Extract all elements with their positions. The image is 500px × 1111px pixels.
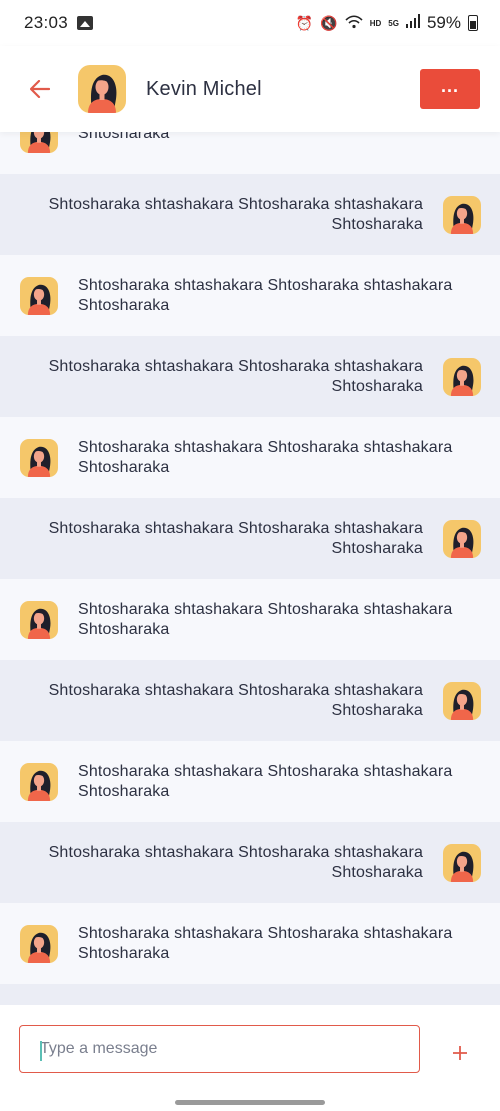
sender-avatar[interactable] bbox=[443, 844, 481, 882]
status-icons: ⏰ 🔇 HD 5G 59% bbox=[296, 13, 478, 33]
incoming-message[interactable]: Shtosharaka shtashakara Shtosharaka shta… bbox=[0, 255, 500, 336]
message-text: Shtosharaka shtashakara Shtosharaka shta… bbox=[48, 195, 423, 233]
battery-icon bbox=[468, 15, 478, 31]
sender-avatar[interactable] bbox=[20, 277, 58, 315]
message-text: Shtosharaka shtashakara Shtosharaka shta… bbox=[78, 276, 453, 314]
more-options-button[interactable]: ... bbox=[420, 69, 480, 109]
contact-name: Kevin Michel bbox=[146, 77, 262, 100]
sender-avatar[interactable] bbox=[443, 358, 481, 396]
composer-bar bbox=[0, 1005, 500, 1111]
sender-avatar[interactable] bbox=[443, 682, 481, 720]
incoming-message[interactable]: Shtosharaka bbox=[0, 132, 500, 174]
sender-avatar[interactable] bbox=[20, 601, 58, 639]
outgoing-message[interactable]: Shtosharaka shtashakara Shtosharaka shta… bbox=[0, 498, 500, 579]
alarm-icon: ⏰ bbox=[295, 14, 314, 31]
sender-avatar[interactable] bbox=[20, 763, 58, 801]
sender-avatar[interactable] bbox=[20, 132, 58, 153]
contact-avatar[interactable] bbox=[78, 65, 126, 113]
home-indicator[interactable] bbox=[175, 1100, 325, 1105]
battery-percent: 59% bbox=[426, 13, 461, 32]
status-time: 23:03 bbox=[24, 13, 69, 32]
incoming-message[interactable]: Shtosharaka shtashakara Shtosharaka shta… bbox=[0, 741, 500, 822]
text-caret bbox=[40, 1041, 42, 1061]
chat-header: Kevin Michel ... bbox=[0, 46, 500, 132]
sender-avatar[interactable] bbox=[443, 520, 481, 558]
wifi-icon bbox=[345, 14, 363, 32]
message-text: Shtosharaka shtashakara Shtosharaka shta… bbox=[48, 357, 423, 395]
incoming-message[interactable]: Shtosharaka shtashakara Shtosharaka shta… bbox=[0, 579, 500, 660]
message-text: Shtosharaka shtashakara Shtosharaka shta… bbox=[78, 924, 453, 962]
message-text: Shtosharaka bbox=[78, 132, 170, 142]
sender-avatar[interactable] bbox=[20, 925, 58, 963]
outgoing-message[interactable] bbox=[0, 984, 500, 1005]
sender-avatar[interactable] bbox=[443, 196, 481, 234]
arrow-left-icon bbox=[30, 80, 50, 98]
message-input[interactable] bbox=[19, 1025, 420, 1073]
plus-icon bbox=[453, 1046, 467, 1060]
incoming-message[interactable]: Shtosharaka shtashakara Shtosharaka shta… bbox=[0, 417, 500, 498]
message-text: Shtosharaka shtashakara Shtosharaka shta… bbox=[48, 843, 423, 881]
network-gen: 5G bbox=[388, 18, 399, 28]
message-text: Shtosharaka shtashakara Shtosharaka shta… bbox=[48, 681, 423, 719]
message-text: Shtosharaka shtashakara Shtosharaka shta… bbox=[78, 762, 453, 800]
hd-indicator: HD bbox=[369, 18, 382, 28]
outgoing-message[interactable]: Shtosharaka shtashakara Shtosharaka shta… bbox=[0, 174, 500, 255]
signal-icon bbox=[405, 13, 420, 33]
incoming-message[interactable]: Shtosharaka shtashakara Shtosharaka shta… bbox=[0, 903, 500, 984]
outgoing-message[interactable]: Shtosharaka shtashakara Shtosharaka shta… bbox=[0, 336, 500, 417]
sender-avatar[interactable] bbox=[20, 439, 58, 477]
outgoing-message[interactable]: Shtosharaka shtashakara Shtosharaka shta… bbox=[0, 660, 500, 741]
outgoing-message[interactable]: Shtosharaka shtashakara Shtosharaka shta… bbox=[0, 822, 500, 903]
mute-icon: 🔇 bbox=[320, 14, 338, 31]
add-attachment-button[interactable] bbox=[440, 1033, 480, 1073]
message-text: Shtosharaka shtashakara Shtosharaka shta… bbox=[48, 519, 423, 557]
back-button[interactable] bbox=[20, 69, 60, 109]
status-bar: 23:03 ⏰ 🔇 HD 5G 59% bbox=[0, 0, 500, 46]
more-dots-icon: ... bbox=[440, 76, 459, 96]
message-text: Shtosharaka shtashakara Shtosharaka shta… bbox=[78, 600, 453, 638]
message-text: Shtosharaka shtashakara Shtosharaka shta… bbox=[78, 438, 453, 476]
gallery-notification-icon bbox=[77, 16, 94, 30]
message-list[interactable]: Shtosharaka Shtosharaka shtashakara Shtos… bbox=[0, 132, 500, 1005]
